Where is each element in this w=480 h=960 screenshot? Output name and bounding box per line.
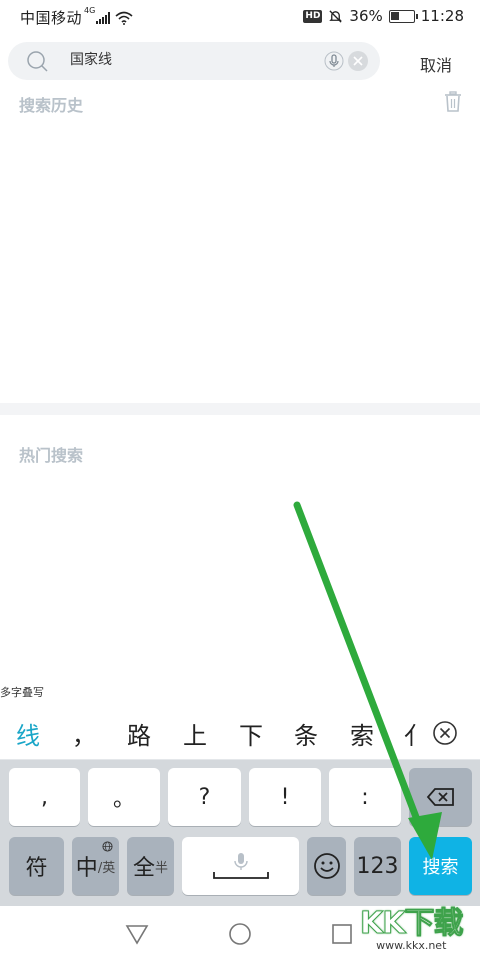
keyboard: , 。 ? ! : 符 中/英 全半 123 搜索	[0, 760, 480, 906]
candidate-item[interactable]: 线	[16, 716, 40, 751]
clock: 11:28	[420, 7, 464, 25]
numbers-key[interactable]: 123	[354, 837, 401, 895]
candidate-item[interactable]: 条	[294, 716, 318, 751]
search-input[interactable]	[70, 51, 310, 67]
status-bar: 中国移动 4G HD 36% 11:28	[0, 0, 480, 34]
globe-icon	[102, 841, 113, 852]
emoji-key[interactable]	[307, 837, 346, 895]
search-history-title: 搜索历史	[19, 96, 84, 115]
candidate-item[interactable]: ，	[72, 716, 96, 751]
candidate-item[interactable]: 路	[127, 716, 151, 751]
network-type: 4G	[84, 6, 96, 15]
search-key[interactable]: 搜索	[409, 837, 472, 895]
carrier-name: 中国移动	[20, 9, 83, 27]
section-divider	[0, 403, 480, 415]
cancel-button[interactable]: 取消	[420, 52, 452, 76]
language-toggle-key[interactable]: 中/英	[72, 837, 119, 895]
key-comma[interactable]: ,	[9, 768, 80, 826]
home-icon[interactable]	[228, 922, 252, 946]
backspace-key[interactable]	[409, 768, 472, 826]
language-en-label: /英	[97, 860, 116, 876]
full-half-width-key[interactable]: 全半	[127, 837, 174, 895]
key-exclamation[interactable]: !	[249, 768, 321, 826]
half-width-label: 半	[155, 860, 169, 876]
space-key[interactable]	[182, 837, 299, 895]
clear-search-button[interactable]	[348, 51, 368, 71]
status-right: HD 36% 11:28	[303, 7, 464, 25]
space-icon	[212, 872, 269, 879]
hot-search-title: 热门搜索	[19, 446, 84, 465]
candidate-item[interactable]: 下	[239, 716, 263, 751]
microphone-icon	[233, 853, 248, 870]
wifi-icon	[115, 11, 133, 25]
input-mode-hint: 多字叠写	[0, 686, 44, 699]
candidate-item[interactable]: 索	[350, 716, 374, 751]
hd-badge: HD	[303, 9, 323, 23]
candidate-bar: 线 ， 路 上 下 条 索 亻	[0, 702, 480, 760]
bell-muted-icon	[329, 9, 343, 23]
candidate-item[interactable]: 亻	[404, 716, 418, 751]
candidate-item[interactable]: 上	[183, 716, 207, 751]
close-icon	[353, 56, 363, 66]
key-colon[interactable]: :	[329, 768, 401, 826]
microphone-icon[interactable]	[324, 51, 344, 71]
back-icon[interactable]	[125, 922, 149, 946]
search-bar[interactable]	[8, 42, 380, 80]
symbols-key[interactable]: 符	[9, 837, 64, 895]
signal-icon	[96, 11, 111, 24]
key-period[interactable]: 。	[88, 768, 160, 826]
backspace-icon	[426, 788, 454, 806]
trash-icon[interactable]	[443, 91, 463, 113]
search-icon	[27, 51, 48, 72]
navigation-bar	[0, 906, 480, 960]
key-question[interactable]: ?	[168, 768, 241, 826]
full-width-label: 全	[132, 856, 155, 881]
close-candidates-icon[interactable]	[432, 720, 458, 746]
battery-percent: 36%	[349, 7, 383, 25]
status-left: 中国移动 4G	[20, 6, 133, 28]
battery-icon	[388, 9, 418, 23]
language-zh-label: 中	[75, 856, 98, 881]
smiley-icon	[313, 853, 340, 879]
recent-apps-icon[interactable]	[330, 922, 354, 946]
